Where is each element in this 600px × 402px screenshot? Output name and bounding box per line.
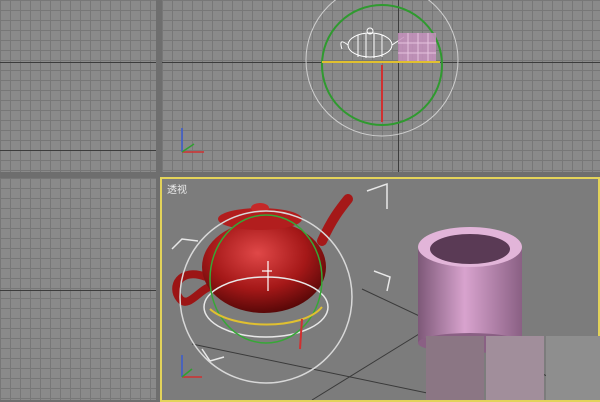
viewport-bottom-left[interactable] xyxy=(0,178,156,400)
axis-tripod-icon xyxy=(181,128,204,153)
top-view-scene xyxy=(181,0,459,153)
grid-axis-line xyxy=(0,290,156,291)
grid-axis-line xyxy=(0,150,156,151)
grid-axis-line xyxy=(0,62,156,63)
watermark-block xyxy=(486,336,544,400)
teapot-wireframe-top xyxy=(340,27,405,58)
viewport-top-left[interactable] xyxy=(0,0,156,172)
cup-cylinder-pink[interactable] xyxy=(418,227,522,353)
viewport-top-right[interactable] xyxy=(162,0,600,172)
axis-tripod-icon xyxy=(181,355,202,378)
cup-top-view xyxy=(398,33,436,63)
watermark-block xyxy=(426,336,484,400)
watermark-block xyxy=(546,336,600,400)
teapot-red[interactable] xyxy=(172,194,353,313)
